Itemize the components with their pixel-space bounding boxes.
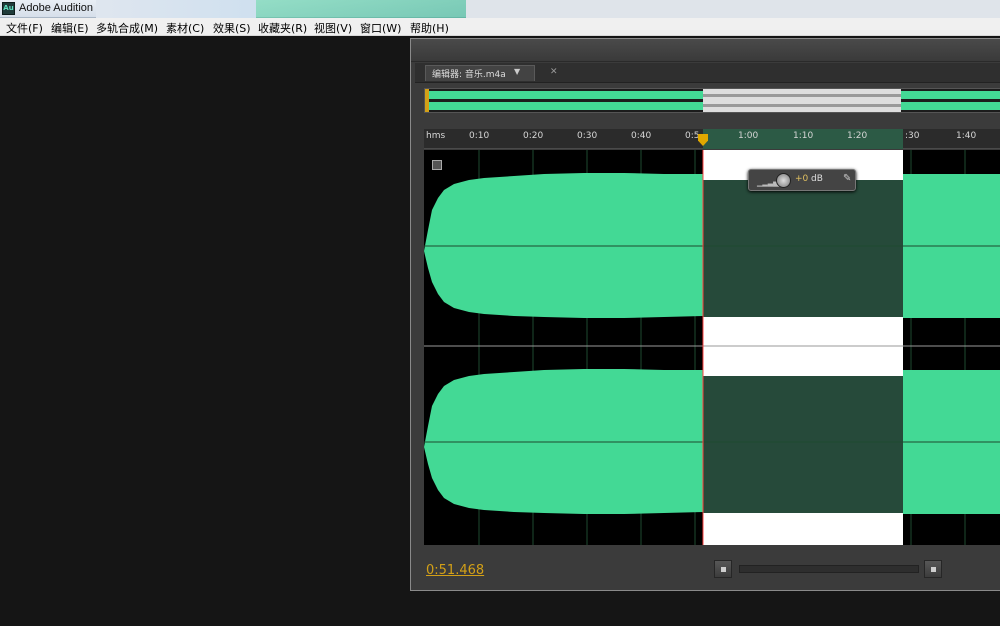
gain-knob-icon[interactable]: [776, 173, 791, 188]
ruler-units: hms: [426, 131, 446, 141]
overview-waveform: [425, 89, 1000, 112]
editor-tab-label: 编辑器: 音乐.m4a: [432, 70, 506, 80]
time-ruler[interactable]: hms 0:10 0:20 0:30 0:40 0:5 1:00 1:10 1:…: [424, 129, 1000, 149]
ruler-tick: 1:10: [793, 131, 814, 141]
current-time-display[interactable]: 0:51.468: [426, 563, 484, 578]
editor-tab[interactable]: 编辑器: 音乐.m4a ▼ ✕: [425, 65, 558, 81]
ruler-tick: 0:40: [631, 131, 652, 141]
menu-file[interactable]: 文件(F): [6, 20, 43, 36]
scroll-track[interactable]: [739, 565, 919, 573]
editor-tab-bar: 编辑器: 音乐.m4a ▼ ✕: [415, 63, 1000, 83]
ruler-tick: 0:10: [469, 131, 490, 141]
menu-clip[interactable]: 素材(C): [166, 20, 204, 36]
menu-help[interactable]: 帮助(H): [410, 20, 449, 36]
taskbar-ghost-left: [96, 0, 256, 18]
overview-left-channel-a: [425, 91, 703, 99]
overview-right-channel-b: [901, 102, 1000, 110]
pin-icon[interactable]: ✎: [843, 173, 851, 184]
gain-unit: dB: [811, 174, 823, 184]
zoom-button[interactable]: [924, 560, 942, 578]
taskbar-ghost-mid: [256, 0, 466, 18]
bottom-channel-waveform: [424, 369, 1000, 514]
close-icon[interactable]: ✕: [550, 67, 558, 77]
ruler-tick: 0:20: [523, 131, 544, 141]
ruler-tick: 1:40: [956, 131, 977, 141]
menu-window[interactable]: 窗口(W): [360, 20, 401, 36]
top-channel-waveform: [424, 173, 1000, 318]
gain-value: +0: [795, 174, 809, 184]
overview-left-channel-b: [901, 91, 1000, 99]
waveform-svg: [424, 150, 1000, 545]
ruler-tick: 1:00: [738, 131, 759, 141]
menu-edit[interactable]: 编辑(E): [51, 20, 89, 36]
ruler-tick: 1:20: [847, 131, 868, 141]
ruler-tick: 0:30: [577, 131, 598, 141]
hud-gain-control[interactable]: ▁▂▃▅▆ +0 dB ✎: [748, 169, 856, 191]
stop-button[interactable]: [714, 560, 732, 578]
menu-bar: 文件(F) 编辑(E) 多轨合成(M) 素材(C) 效果(S) 收藏夹(R) 视…: [0, 18, 1000, 36]
window-titlebar: Au Adobe Audition: [0, 0, 1000, 18]
ruler-tick: 0:5: [685, 131, 700, 141]
ruler-tick: :30: [905, 131, 920, 141]
status-row: 0:51.468: [424, 557, 1000, 587]
stop-icon: [931, 567, 936, 572]
menu-view[interactable]: 视图(V): [314, 20, 352, 36]
channel-toggle-icon[interactable]: [432, 160, 442, 170]
stop-icon: [721, 567, 726, 572]
editor-panel: 编辑器: 音乐.m4a ▼ ✕ hms 0:10 0:20 0:30 0:40 …: [410, 38, 1000, 591]
overview-start-marker: [425, 89, 429, 112]
dropdown-icon[interactable]: ▼: [514, 67, 520, 76]
waveform-display[interactable]: ▁▂▃▅▆ +0 dB ✎: [424, 150, 1000, 545]
overview-visible-window: [703, 89, 901, 112]
audition-app-icon: Au: [2, 2, 15, 15]
window-title: Adobe Audition: [19, 2, 94, 14]
taskbar-ghost-right: [466, 0, 1000, 18]
menu-favorites[interactable]: 收藏夹(R): [258, 20, 307, 36]
menu-effects[interactable]: 效果(S): [213, 20, 251, 36]
overview-right-channel-a: [425, 102, 703, 110]
menu-multitrack[interactable]: 多轨合成(M): [96, 20, 158, 36]
panel-header-strip: [411, 39, 1000, 62]
overview-navigator[interactable]: [424, 88, 1000, 113]
